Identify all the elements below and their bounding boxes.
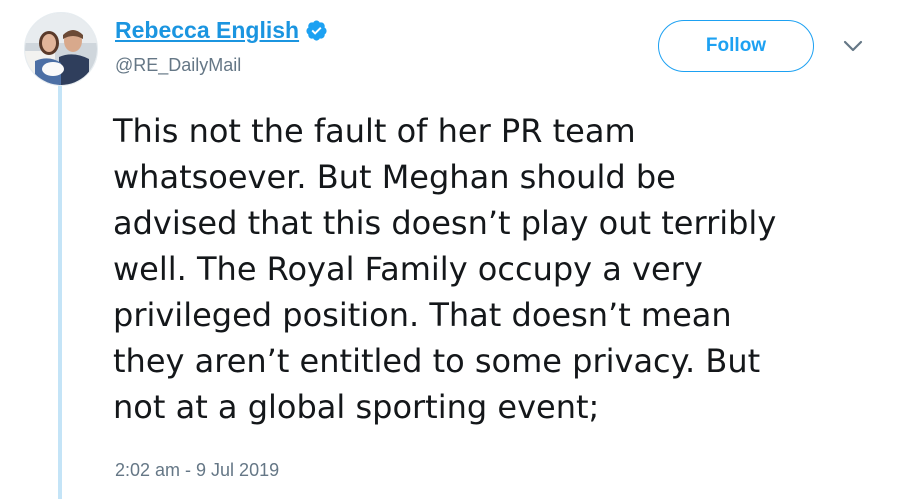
- author-display-name[interactable]: Rebecca English: [115, 17, 299, 44]
- tweet-text-line: whatsoever. But Meghan should be: [113, 158, 676, 196]
- thread-line: [58, 84, 62, 499]
- tweet-text-line: This not the fault of her PR team: [113, 112, 636, 150]
- tweet-text-line: advised that this doesn’t play out terri…: [113, 204, 777, 242]
- avatar[interactable]: [24, 12, 98, 86]
- verified-badge-icon: [305, 19, 328, 42]
- tweet-text: This not the fault of her PR team whatso…: [113, 108, 893, 430]
- author-name-row: Rebecca English: [115, 17, 328, 44]
- tweet-text-line: privileged position. That doesn’t mean: [113, 296, 732, 334]
- profile-photo-icon: [25, 13, 97, 85]
- author-handle[interactable]: @RE_DailyMail: [115, 55, 241, 76]
- tweet-card: Rebecca English @RE_DailyMail Follow Thi…: [0, 0, 918, 499]
- tweet-text-line: they aren’t entitled to some privacy. Bu…: [113, 342, 761, 380]
- tweet-timestamp[interactable]: 2:02 am - 9 Jul 2019: [115, 460, 279, 481]
- chevron-down-icon[interactable]: [842, 38, 864, 54]
- tweet-text-line: not at a global sporting event;: [113, 388, 600, 426]
- follow-button[interactable]: Follow: [658, 20, 814, 72]
- tweet-text-line: well. The Royal Family occupy a very: [113, 250, 703, 288]
